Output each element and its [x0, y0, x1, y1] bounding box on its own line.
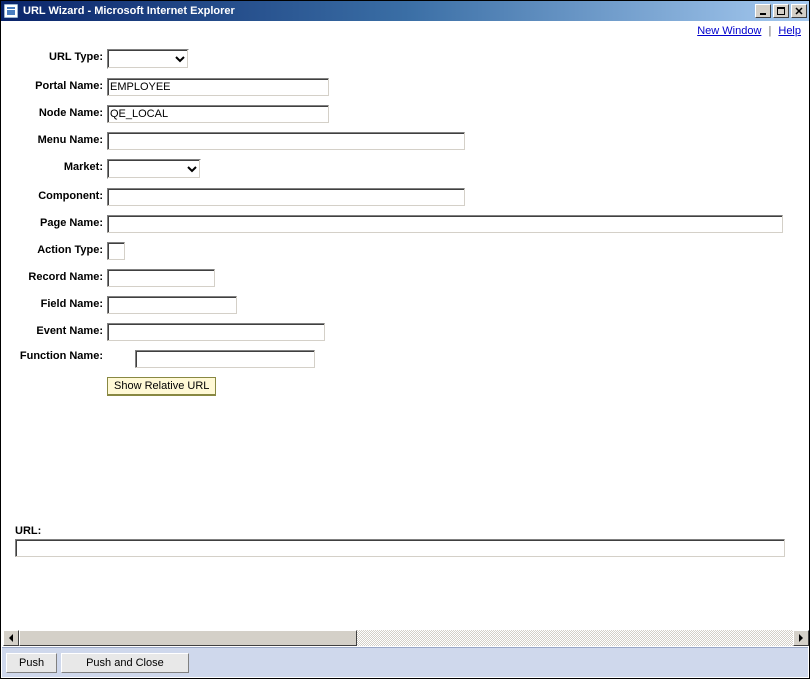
show-relative-url-button[interactable]: Show Relative URL	[107, 377, 216, 396]
portal-name-label: Portal Name:	[15, 78, 107, 96]
scroll-left-button[interactable]	[3, 630, 19, 646]
scroll-right-button[interactable]	[793, 630, 809, 646]
window-title: URL Wizard - Microsoft Internet Explorer	[23, 5, 755, 17]
bottom-bar: Push Push and Close	[2, 647, 808, 677]
action-type-input[interactable]	[107, 242, 125, 260]
field-name-label: Field Name:	[15, 296, 107, 314]
action-type-label: Action Type:	[15, 242, 107, 260]
event-name-label: Event Name:	[15, 323, 107, 341]
market-select[interactable]	[107, 159, 201, 179]
top-links: New Window | Help	[3, 21, 809, 39]
function-name-input[interactable]	[135, 350, 315, 368]
page-name-label: Page Name:	[15, 215, 107, 233]
titlebar: URL Wizard - Microsoft Internet Explorer	[1, 1, 809, 21]
window-buttons	[755, 4, 807, 18]
horizontal-scrollbar[interactable]	[3, 630, 809, 646]
function-name-label: Function Name:	[15, 350, 107, 368]
ie-app-icon	[3, 3, 19, 19]
component-label: Component:	[15, 188, 107, 206]
close-button[interactable]	[791, 4, 807, 18]
scroll-thumb[interactable]	[19, 630, 357, 646]
page-name-input[interactable]	[107, 215, 783, 233]
url-section: URL:	[15, 525, 801, 557]
node-name-input[interactable]	[107, 105, 329, 123]
help-link[interactable]: Help	[778, 25, 801, 37]
push-button[interactable]: Push	[6, 653, 57, 673]
url-label: URL:	[15, 525, 801, 537]
form-area: URL Type: Portal Name: Node Name: Menu N…	[3, 39, 809, 396]
menu-name-input[interactable]	[107, 132, 465, 150]
scroll-track[interactable]	[19, 630, 793, 646]
market-label: Market:	[15, 159, 107, 179]
record-name-input[interactable]	[107, 269, 215, 287]
link-separator: |	[768, 25, 771, 37]
menu-name-label: Menu Name:	[15, 132, 107, 150]
minimize-button[interactable]	[755, 4, 771, 18]
content-area: New Window | Help URL Type: Portal Name:…	[3, 21, 809, 631]
record-name-label: Record Name:	[15, 269, 107, 287]
portal-name-input[interactable]	[107, 78, 329, 96]
event-name-input[interactable]	[107, 323, 325, 341]
url-input[interactable]	[15, 539, 785, 557]
url-type-label: URL Type:	[15, 49, 107, 69]
new-window-link[interactable]: New Window	[697, 25, 761, 37]
node-name-label: Node Name:	[15, 105, 107, 123]
component-input[interactable]	[107, 188, 465, 206]
push-and-close-button[interactable]: Push and Close	[61, 653, 189, 673]
maximize-button[interactable]	[773, 4, 789, 18]
url-type-select[interactable]	[107, 49, 189, 69]
field-name-input[interactable]	[107, 296, 237, 314]
